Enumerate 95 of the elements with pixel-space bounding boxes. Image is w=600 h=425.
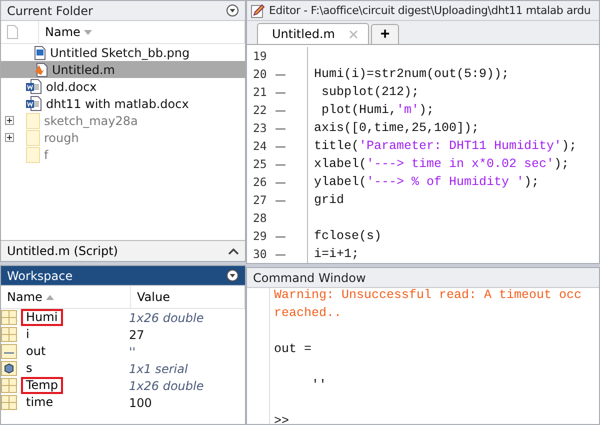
expand-icon[interactable] (5, 133, 14, 142)
pencil-icon (251, 4, 265, 18)
file-name: Untitled Sketch_bb.png (50, 46, 190, 60)
document-file-icon (26, 79, 42, 94)
output-text: '' (310, 378, 327, 392)
editor-tab[interactable]: Untitled.m (257, 23, 369, 44)
folder-icon (26, 146, 40, 162)
code-line: xlabel('---> time in x*0.02 sec'); (314, 157, 570, 171)
file-list-item[interactable]: Untitled.m (1, 61, 245, 78)
code-line: fclose(s) (314, 229, 382, 243)
file-name: f (44, 148, 48, 162)
line-number: 19 (252, 49, 268, 63)
variable-value: 1x1 serial (129, 362, 188, 376)
code-line: axis([0,time,25,100]); (314, 121, 480, 135)
code-line: Humi(i)=str2num(out(5:9)); (314, 67, 510, 81)
breakpoint-marker[interactable]: — (275, 140, 286, 152)
code-line: ylabel('---> % of Humidity '); (314, 175, 540, 189)
variable-name[interactable]: Humi (21, 309, 63, 326)
output-text: out = (274, 342, 312, 356)
line-number: 20 (252, 67, 268, 81)
breakpoint-marker[interactable]: — (275, 176, 286, 188)
file-name: dht11 with matlab.docx (46, 96, 189, 110)
code-line: subplot(212); (320, 85, 420, 99)
code-line: title('Parameter: DHT11 Humidity'); (314, 139, 577, 153)
text-variable-icon (1, 344, 17, 359)
warning-text: reached.. (274, 306, 342, 320)
grid-icon (1, 327, 17, 342)
variable-value: 1x26 double (129, 310, 204, 324)
sort-up-icon (46, 294, 54, 300)
panel-title: Workspace (7, 268, 73, 282)
expand-icon[interactable] (5, 116, 14, 125)
image-file-icon (34, 46, 46, 60)
variable-value: 100 (129, 396, 152, 410)
file-list-item[interactable]: dht11 with matlab.docx (1, 95, 245, 112)
grid-icon (1, 395, 17, 410)
dropdown-icon[interactable] (226, 269, 239, 282)
breakpoint-marker[interactable]: — (275, 248, 286, 260)
variable-name[interactable]: i (21, 326, 34, 343)
variable-value: 27 (129, 328, 144, 342)
command-prompt[interactable]: >> (274, 414, 290, 424)
breakpoint-marker[interactable]: — (275, 68, 286, 80)
line-number: 29 (252, 229, 268, 243)
dropdown-icon[interactable] (226, 4, 239, 17)
variable-name[interactable]: out (21, 343, 51, 360)
line-number: 22 (252, 103, 268, 117)
panel-title: Command Window (253, 270, 366, 284)
line-number: 25 (252, 157, 268, 171)
file-name: Untitled.m (52, 62, 115, 76)
variable-name[interactable]: s (21, 360, 38, 377)
line-number: 30 (252, 247, 268, 261)
line-number: 24 (252, 139, 268, 153)
breakpoint-marker[interactable]: — (275, 158, 286, 170)
breakpoint-marker[interactable]: — (275, 86, 286, 98)
editor-title: Editor - F:\aoffice\circuit digest\Uploading\dht11 mtalab ardu (269, 4, 591, 17)
file-list-item[interactable]: rough (1, 129, 245, 146)
line-number: 23 (252, 121, 268, 135)
chevron-up-icon[interactable] (228, 248, 239, 254)
panel-title: Current Folder (7, 4, 93, 18)
details-text: Untitled.m (Script) (7, 244, 118, 258)
line-number: 26 (252, 175, 268, 189)
grid-icon (1, 378, 17, 393)
variable-name[interactable]: Temp (21, 377, 63, 394)
grid-icon (1, 310, 17, 325)
script-file-icon (34, 62, 48, 76)
file-list-item[interactable]: Untitled Sketch_bb.png (1, 44, 245, 61)
file-name: sketch_may28a (44, 114, 138, 128)
file-name: rough (44, 130, 79, 144)
code-line: grid (314, 193, 344, 207)
file-list-item[interactable]: sketch_may28a (1, 112, 245, 129)
variable-name[interactable]: time (21, 394, 58, 411)
name-column-header[interactable]: Name (1, 286, 131, 308)
breakpoint-marker[interactable]: — (275, 194, 286, 206)
folder-icon (26, 130, 40, 146)
breakpoint-marker[interactable]: — (275, 104, 286, 116)
line-number: 27 (252, 193, 268, 207)
file-icon (7, 25, 18, 39)
code-line: plot(Humi,'m'); (320, 103, 434, 117)
sort-down-icon (84, 30, 92, 34)
warning-text: Warning: Unsuccessful read: A timeout occ (274, 288, 582, 302)
file-name: old.docx (46, 80, 97, 94)
variable-value: 1x26 double (129, 378, 204, 392)
name-column-header[interactable]: Name (39, 21, 245, 43)
code-line: i=i+1; (314, 247, 360, 261)
file-list-item[interactable]: old.docx (1, 78, 245, 95)
value-column-header[interactable]: Value (131, 286, 245, 308)
breakpoint-marker[interactable]: — (275, 122, 286, 134)
variable-value: '' (129, 344, 136, 358)
document-file-icon (26, 96, 42, 111)
cube-icon (1, 361, 17, 376)
new-tab-button[interactable]: + (370, 24, 399, 44)
line-number: 21 (252, 85, 268, 99)
breakpoint-marker[interactable]: — (275, 230, 286, 242)
line-number: 28 (252, 211, 268, 225)
file-list-item[interactable]: f (1, 146, 245, 163)
folder-icon (26, 112, 40, 128)
